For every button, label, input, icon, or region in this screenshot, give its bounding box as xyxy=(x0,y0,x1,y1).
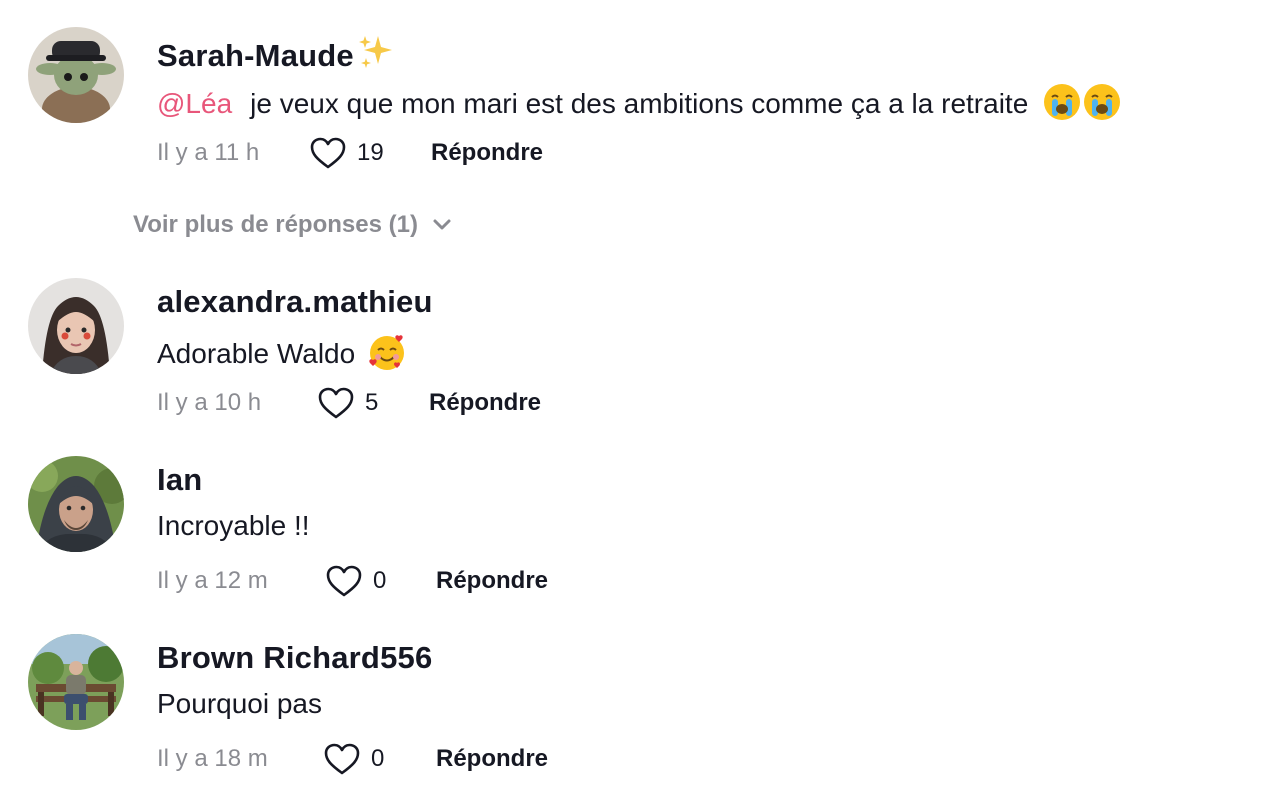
heart-outline-icon xyxy=(318,387,354,419)
comment-timestamp: Il y a 11 h xyxy=(157,139,260,166)
comment-timestamp: Il y a 18 m xyxy=(157,745,268,772)
comment-username[interactable]: Ian xyxy=(157,462,202,498)
like-count: 0 xyxy=(373,567,387,594)
username-text: Sarah-Maude xyxy=(157,38,354,73)
avatar-image xyxy=(28,456,124,552)
like-button[interactable]: 19 xyxy=(309,136,384,170)
reply-button[interactable]: Répondre xyxy=(429,389,541,417)
sparkles-emoji xyxy=(356,32,396,72)
heart-outline-icon xyxy=(324,743,360,775)
like-button[interactable]: 0 xyxy=(325,564,386,598)
heart-outline-icon xyxy=(326,565,362,597)
avatar-image xyxy=(28,27,124,123)
heart-outline-icon xyxy=(310,137,346,169)
mention-link[interactable]: @Léa xyxy=(157,88,232,119)
avatar-image xyxy=(28,278,124,374)
avatar[interactable] xyxy=(28,27,124,123)
like-button[interactable]: 0 xyxy=(323,742,384,776)
comment-username[interactable]: Sarah-Maude xyxy=(157,32,396,74)
view-more-replies-button[interactable]: Voir plus de réponses (1) xyxy=(133,211,452,239)
like-count: 0 xyxy=(371,745,385,772)
avatar[interactable] xyxy=(28,634,124,730)
comment-text: @Léa je veux que mon mari est des ambitio… xyxy=(157,82,1122,122)
comment-body: je veux que mon mari est des ambitions c… xyxy=(250,88,1029,119)
comment-body: Adorable Waldo xyxy=(157,338,356,369)
comment-text: Pourquoi pas xyxy=(157,688,322,720)
like-count: 5 xyxy=(365,389,379,416)
avatar[interactable] xyxy=(28,456,124,552)
comment-body: Pourquoi pas xyxy=(157,688,323,719)
comment-username[interactable]: Brown Richard556 xyxy=(157,640,432,676)
reply-button[interactable]: Répondre xyxy=(436,567,548,595)
comment-timestamp: Il y a 10 h xyxy=(157,389,262,416)
avatar-image xyxy=(28,634,124,730)
like-button[interactable]: 5 xyxy=(317,386,378,420)
like-count: 19 xyxy=(357,139,384,166)
comment-body: Incroyable !! xyxy=(157,510,310,541)
view-more-replies-label: Voir plus de réponses (1) xyxy=(133,211,418,238)
smiling-face-with-hearts-emoji xyxy=(367,332,407,372)
comment-text: Incroyable !! xyxy=(157,510,310,542)
loudly-crying-face-emoji xyxy=(1042,82,1082,122)
reply-button[interactable]: Répondre xyxy=(431,139,543,167)
reply-button[interactable]: Répondre xyxy=(436,745,548,773)
comment-text: Adorable Waldo xyxy=(157,332,407,372)
chevron-down-icon xyxy=(433,219,451,230)
comment-timestamp: Il y a 12 m xyxy=(157,567,268,594)
comment-username[interactable]: alexandra.mathieu xyxy=(157,284,433,320)
loudly-crying-face-emoji xyxy=(1082,82,1122,122)
avatar[interactable] xyxy=(28,278,124,374)
